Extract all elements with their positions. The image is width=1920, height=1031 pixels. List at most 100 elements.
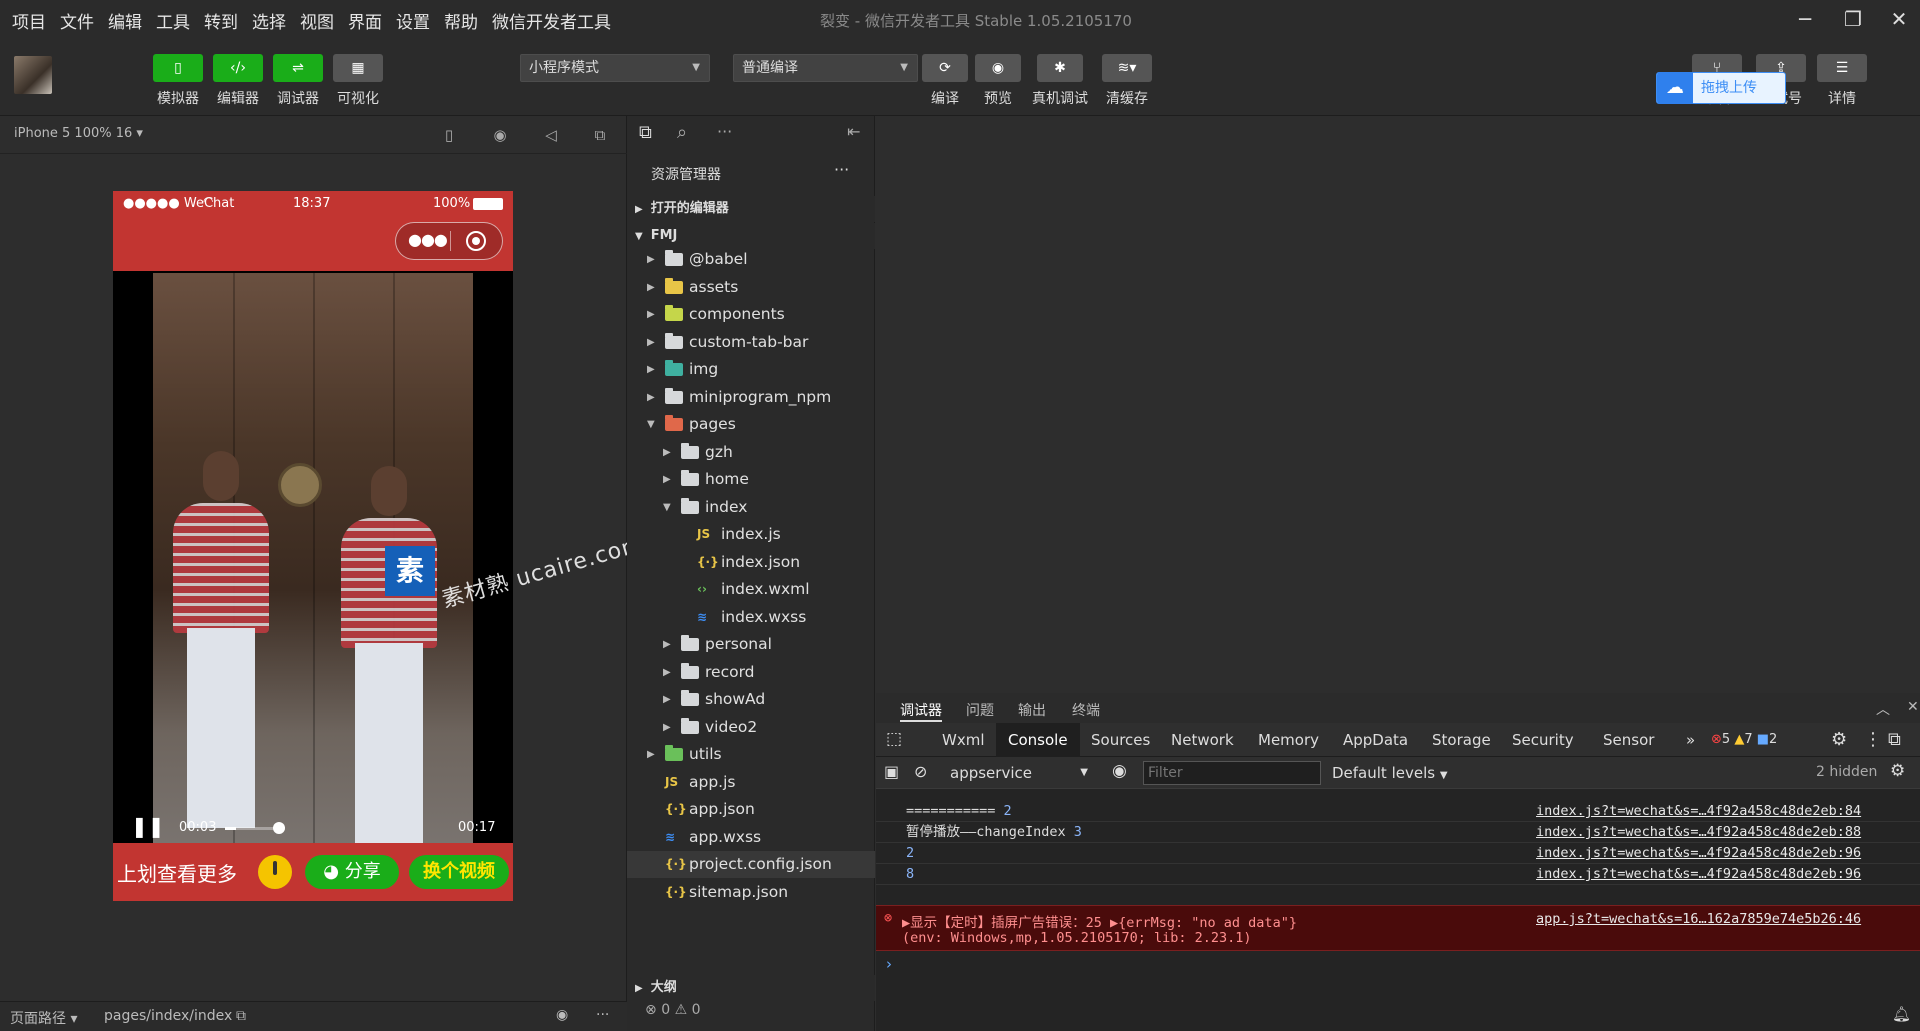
devtools-tab[interactable]: Console (996, 723, 1080, 757)
detach-window-icon[interactable]: ⧉ (589, 124, 611, 146)
issue-counters[interactable]: ⊗5 ▲7 ■2 (1711, 732, 1777, 747)
log-source-link[interactable]: index.js?t=wechat&s=…4f92a458c48de2eb:84 (1536, 801, 1861, 822)
record-icon[interactable]: ◉ (489, 124, 511, 146)
more-tabs[interactable]: » (1686, 731, 1695, 749)
file-item[interactable]: JS index.js (627, 521, 875, 548)
file-item[interactable]: ≋ app.wxss (627, 824, 875, 851)
folder-item[interactable]: ▶ utils (627, 741, 875, 768)
log-source-link[interactable]: index.js?t=wechat&s=…4f92a458c48de2eb:88 (1536, 822, 1861, 843)
chevron-up-icon[interactable]: ︿ (1876, 699, 1890, 719)
menu-item[interactable]: 微信开发者工具 (492, 8, 611, 33)
upload-popup[interactable]: ☁ 拖拽上传 (1656, 72, 1786, 104)
folder-item[interactable]: ▶ personal (627, 631, 875, 658)
eye-icon[interactable]: ◉ (556, 1007, 568, 1023)
eye-icon[interactable]: ◉ (1112, 761, 1127, 781)
menu-item[interactable]: 选择 (252, 8, 286, 33)
folder-item[interactable]: ▶ @babel (627, 246, 875, 273)
dock-icon[interactable]: ⧉ (1888, 729, 1901, 750)
log-levels-select[interactable]: Default levels ▼ (1332, 760, 1448, 786)
video-progress-knob[interactable] (273, 822, 285, 834)
folder-item[interactable]: ▶ custom-tab-bar (627, 329, 875, 356)
context-select[interactable]: appservice ▼ (942, 760, 1092, 786)
inspect-element-icon[interactable]: ⬚ (886, 729, 902, 749)
change-video-button[interactable]: 换个视频 (409, 855, 509, 889)
menu-item[interactable]: 文件 (60, 8, 94, 33)
file-item[interactable]: {·} sitemap.json (627, 879, 875, 906)
devtools-top-tab[interactable]: 问题 (966, 700, 994, 720)
file-item[interactable]: {·} index.json (627, 549, 875, 576)
device-select[interactable]: iPhone 5 100% 16 ▾ (14, 126, 143, 141)
share-button[interactable]: ◕ 分享 (305, 855, 399, 889)
menu-item[interactable]: 编辑 (108, 8, 142, 33)
close-icon[interactable]: ✕ (1876, 4, 1920, 34)
files-icon[interactable]: ⧉ (639, 122, 652, 143)
more-icon[interactable]: ··· (596, 1007, 609, 1023)
devtools-top-tab[interactable]: 输出 (1018, 700, 1046, 720)
visual-button[interactable]: ▦ (333, 54, 383, 82)
search-icon[interactable]: ⌕ (677, 122, 687, 143)
details-button[interactable]: ☰ (1817, 54, 1867, 82)
log-source-link[interactable]: index.js?t=wechat&s=…4f92a458c48de2eb:96 (1536, 864, 1861, 885)
folder-item[interactable]: ▶ assets (627, 274, 875, 301)
devtools-tab[interactable]: Sources (1091, 723, 1150, 757)
devtools-tab[interactable]: Security (1512, 723, 1574, 757)
editor-button[interactable]: ‹/› (213, 54, 263, 82)
compile-button[interactable]: ⟳ (922, 54, 968, 82)
devtools-tab[interactable]: Wxml (942, 723, 985, 757)
menu-item[interactable]: 帮助 (444, 8, 478, 33)
folder-item[interactable]: ▶ components (627, 301, 875, 328)
clear-cache-button[interactable]: ≋▾ (1102, 54, 1152, 82)
mode-select[interactable]: 小程序模式 ▼ (520, 54, 710, 82)
phone-icon[interactable]: ▯ (438, 124, 460, 146)
sidebar-toggle-icon[interactable]: ▣ (884, 762, 899, 781)
gear-icon[interactable]: ⚙ (1890, 761, 1905, 781)
close-icon[interactable]: ✕ (1907, 699, 1919, 715)
error-message[interactable]: ▶显示【定时】插屏广告错误：25 ▶{errMsg: "no ad data"} (902, 911, 1297, 931)
devtools-top-tab[interactable]: 调试器 (900, 700, 942, 722)
menu-item[interactable]: 设置 (396, 8, 430, 33)
preview-button[interactable]: ◉ (975, 54, 1021, 82)
gear-icon[interactable]: ⚙ (1831, 729, 1847, 750)
devtools-tab[interactable]: AppData (1343, 723, 1408, 757)
more-icon[interactable]: ··· (834, 160, 849, 179)
log-source-link[interactable]: index.js?t=wechat&s=…4f92a458c48de2eb:96 (1536, 843, 1861, 864)
bell-icon[interactable]: 🔔︎ (1892, 1005, 1911, 1023)
more-dots-icon[interactable]: ●●● (408, 230, 448, 249)
console-filter-input[interactable] (1143, 761, 1321, 785)
folder-item[interactable]: ▶ video2 (627, 714, 875, 741)
file-item[interactable]: {·} project.config.json (627, 851, 875, 878)
folder-item[interactable]: ▶ home (627, 466, 875, 493)
simulator-button[interactable]: ▯ (153, 54, 203, 82)
avatar[interactable] (14, 56, 52, 94)
devtools-tab[interactable]: Memory (1258, 723, 1319, 757)
maximize-icon[interactable]: ❐ (1830, 4, 1876, 34)
devtools-top-tab[interactable]: 终端 (1072, 700, 1100, 720)
menu-item[interactable]: 工具 (156, 8, 190, 33)
file-item[interactable]: ‹› index.wxml (627, 576, 875, 603)
folder-item[interactable]: ▶ miniprogram_npm (627, 384, 875, 411)
minimize-icon[interactable]: ─ (1782, 4, 1828, 34)
folder-item[interactable]: ▶ showAd (627, 686, 875, 713)
open-editors-section[interactable]: ▶ 打开的编辑器 (627, 196, 875, 222)
error-source-link[interactable]: app.js?t=wechat&s=16…162a7859e74e5b26:46 (1536, 911, 1861, 927)
folder-item[interactable]: ▼ pages (627, 411, 875, 438)
more-icon[interactable]: ··· (717, 122, 732, 141)
menu-item[interactable]: 视图 (300, 8, 334, 33)
folder-item[interactable]: ▶ record (627, 659, 875, 686)
devtools-tab[interactable]: Network (1171, 723, 1234, 757)
console-prompt[interactable]: › (886, 955, 892, 973)
more-vertical-icon[interactable]: ⋮ (1864, 729, 1882, 750)
menu-item[interactable]: 界面 (348, 8, 382, 33)
volume-icon[interactable]: ◁ (540, 124, 562, 146)
clear-console-icon[interactable]: ⊘ (914, 762, 927, 781)
problems-status[interactable]: ⊗ 0 ⚠ 0 (645, 1002, 701, 1018)
close-miniprogram-icon[interactable] (466, 231, 486, 251)
file-item[interactable]: JS app.js (627, 769, 875, 796)
devtools-tab[interactable]: Sensor (1603, 723, 1654, 757)
collapse-panel-icon[interactable]: ⇤ (847, 122, 860, 141)
compile-select[interactable]: 普通编译 ▼ (733, 54, 918, 82)
devtools-tab[interactable]: Storage (1432, 723, 1491, 757)
pause-icon[interactable]: ❚❚ (131, 814, 165, 838)
menu-item[interactable]: 项目 (12, 8, 46, 33)
folder-item[interactable]: ▶ img (627, 356, 875, 383)
